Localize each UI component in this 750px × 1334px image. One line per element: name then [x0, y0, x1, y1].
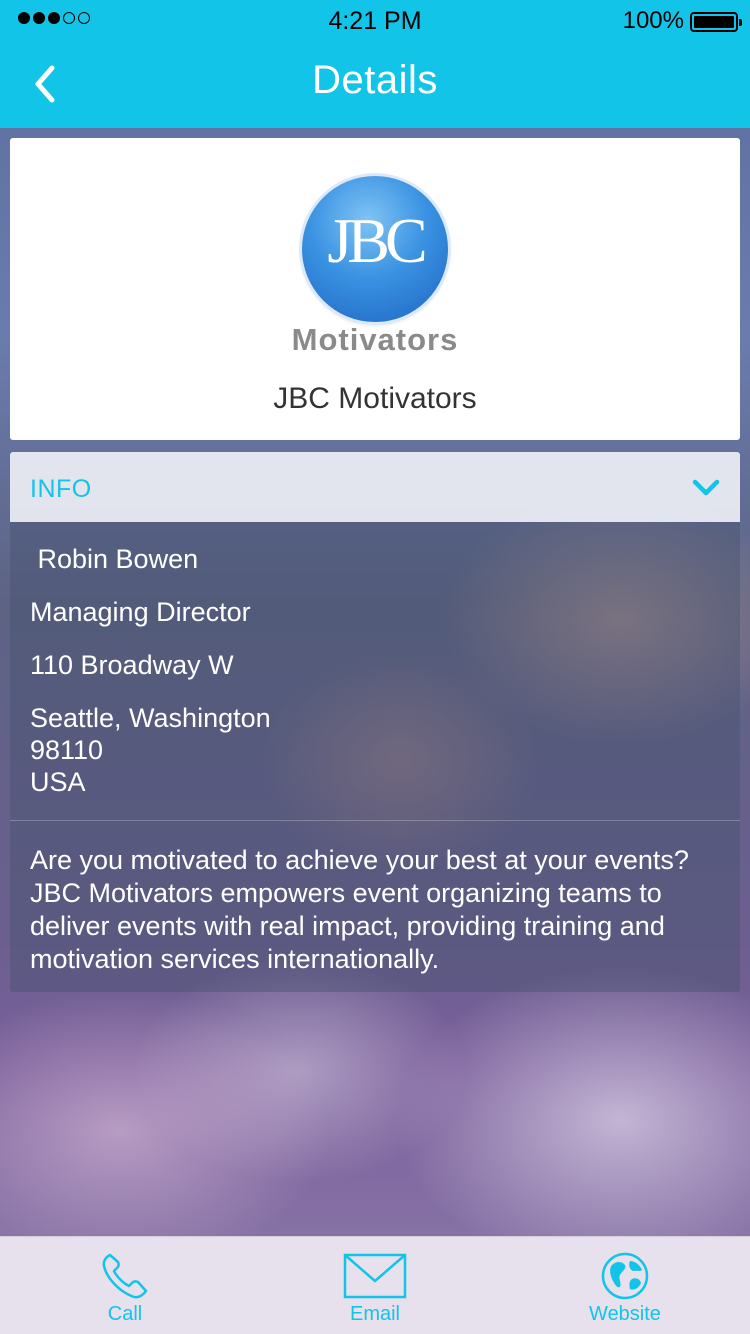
call-button[interactable]: Call — [0, 1237, 250, 1334]
navigation-bar: Details — [0, 40, 750, 128]
status-bar: 4:21 PM 100% — [0, 0, 750, 40]
company-description: Are you motivated to achieve your best a… — [30, 845, 689, 974]
info-section-header[interactable]: INFO — [10, 452, 740, 522]
bottom-action-bar: Call Email Website — [0, 1236, 750, 1334]
address-line: 110 Broadway W — [30, 650, 234, 680]
address-country: USA — [30, 767, 86, 797]
call-label: Call — [107, 1303, 143, 1325]
email-label: Email — [349, 1303, 400, 1325]
info-section-label: INFO — [30, 475, 92, 503]
page-title: Details — [312, 58, 438, 102]
battery-percent: 100% — [622, 7, 684, 34]
contact-name: Robin Bowen — [30, 544, 199, 574]
logo-letters: JBC — [327, 205, 427, 276]
globe-icon — [601, 1252, 649, 1300]
company-header-card: JBC Motivators JBC Motivators — [10, 138, 740, 440]
company-logo: JBC Motivators — [292, 176, 457, 357]
website-label: Website — [589, 1303, 661, 1325]
phone-icon — [102, 1253, 148, 1299]
company-name: JBC Motivators — [273, 382, 477, 415]
logo-wordmark: Motivators — [291, 322, 459, 357]
website-button[interactable]: Website — [500, 1237, 750, 1334]
email-button[interactable]: Email — [250, 1237, 500, 1334]
contact-title: Managing Director — [30, 597, 251, 627]
battery-icon — [690, 12, 742, 32]
address-city-state: Seattle, Washington — [30, 703, 271, 733]
info-section-body: Robin Bowen Managing Director 110 Broadw… — [10, 522, 740, 992]
chevron-down-icon[interactable] — [690, 474, 722, 500]
envelope-icon — [343, 1253, 407, 1299]
info-divider — [10, 820, 740, 821]
address-postal-code: 98110 — [30, 735, 104, 765]
